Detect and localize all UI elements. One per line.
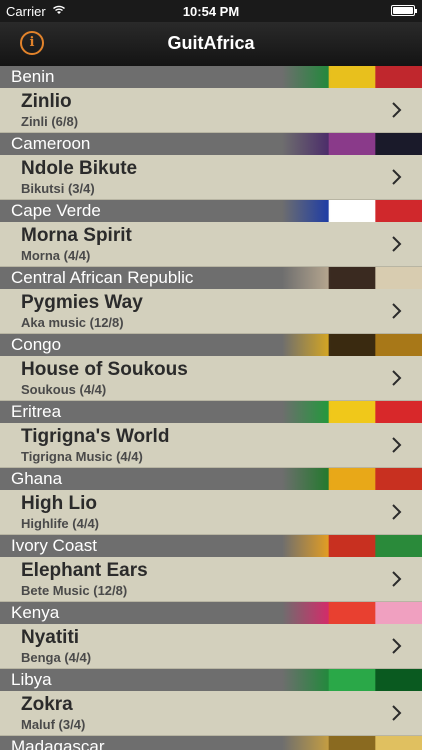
flag-image xyxy=(282,468,422,490)
song-style: Maluf (3/4) xyxy=(21,717,86,732)
country-label: Kenya xyxy=(11,603,60,622)
country-label: Congo xyxy=(11,335,62,354)
flag-image xyxy=(282,200,422,222)
chevron-right-icon xyxy=(392,102,402,118)
country-label: Ivory Coast xyxy=(11,536,97,555)
section-header: Cameroon xyxy=(0,133,422,155)
section-header: Benin xyxy=(0,66,422,88)
chevron-right-icon xyxy=(392,437,402,453)
section-header: Congo xyxy=(0,334,422,356)
song-list: Benin Zinlio Zinli (6/8) Cameroon Ndole Biku… xyxy=(0,66,422,750)
chevron-right-icon xyxy=(392,236,402,252)
country-label: Benin xyxy=(11,67,55,86)
section-header: Cape Verde xyxy=(0,200,422,222)
section-header: Central African Republic xyxy=(0,267,422,289)
nav-title: GuitAfrica xyxy=(167,33,255,53)
chevron-right-icon xyxy=(392,370,402,386)
flag-image xyxy=(282,535,422,557)
country-label: Libya xyxy=(11,670,52,689)
chevron-right-icon xyxy=(392,504,402,520)
flag-image xyxy=(282,133,422,155)
song-title: Zokra xyxy=(21,694,73,715)
chevron-right-icon xyxy=(392,169,402,185)
song-style: Morna (4/4) xyxy=(21,248,91,263)
song-row[interactable]: Zinlio Zinli (6/8) xyxy=(0,88,422,133)
clock: 10:54 PM xyxy=(182,4,240,19)
song-style: Zinli (6/8) xyxy=(21,114,79,129)
song-row[interactable]: Pygmies Way Aka music (12/8) xyxy=(0,289,422,334)
song-style: Bikutsi (3/4) xyxy=(21,181,95,196)
song-style: Benga (4/4) xyxy=(21,650,92,665)
song-style: Soukous (4/4) xyxy=(21,382,107,397)
song-title: Nyatiti xyxy=(21,627,80,648)
song-row[interactable]: Elephant Ears Bete Music (12/8) xyxy=(0,557,422,602)
song-title: Morna Spirit xyxy=(21,225,132,246)
song-row[interactable]: Tigrigna's World Tigrigna Music (4/4) xyxy=(0,423,422,468)
chevron-right-icon xyxy=(392,303,402,319)
song-row[interactable]: House of Soukous Soukous (4/4) xyxy=(0,356,422,401)
flag-image xyxy=(282,401,422,423)
section-header: Ghana xyxy=(0,468,422,490)
country-label: Eritrea xyxy=(11,402,62,421)
country-label: Cameroon xyxy=(11,134,91,153)
section-header: Eritrea xyxy=(0,401,422,423)
country-label: Cape Verde xyxy=(11,201,101,220)
flag-image xyxy=(282,602,422,624)
song-style: Aka music (12/8) xyxy=(21,315,124,330)
country-label: Ghana xyxy=(11,469,63,488)
section-header: Madagascar xyxy=(0,736,422,750)
section-header: Libya xyxy=(0,669,422,691)
song-style: Tigrigna Music (4/4) xyxy=(21,449,143,464)
navigation-bar: i GuitAfrica xyxy=(0,22,422,66)
section-header: Ivory Coast xyxy=(0,535,422,557)
chevron-right-icon xyxy=(392,638,402,654)
country-label: Madagascar xyxy=(11,737,105,750)
flag-image xyxy=(282,669,422,691)
flag-image xyxy=(282,66,422,88)
song-row[interactable]: Zokra Maluf (3/4) xyxy=(0,691,422,736)
song-title: House of Soukous xyxy=(21,359,188,380)
song-title: Elephant Ears xyxy=(21,560,148,581)
song-title: Pygmies Way xyxy=(21,292,143,313)
song-style: Bete Music (12/8) xyxy=(21,583,128,598)
status-bar: Carrier 10:54 PM xyxy=(0,0,422,22)
flag-image xyxy=(282,334,422,356)
song-title: High Lio xyxy=(21,493,97,514)
song-style: Highlife (4/4) xyxy=(21,516,100,531)
song-title: Ndole Bikute xyxy=(21,158,138,179)
flag-image xyxy=(282,736,422,750)
song-row[interactable]: Ndole Bikute Bikutsi (3/4) xyxy=(0,155,422,200)
battery-icon xyxy=(391,5,417,16)
song-row[interactable]: Nyatiti Benga (4/4) xyxy=(0,624,422,669)
song-title: Tigrigna's World xyxy=(21,426,170,447)
song-title: Zinlio xyxy=(21,91,72,112)
song-row[interactable]: High Lio Highlife (4/4) xyxy=(0,490,422,535)
chevron-right-icon xyxy=(392,705,402,721)
section-header: Kenya xyxy=(0,602,422,624)
country-label: Central African Republic xyxy=(11,268,194,287)
song-row[interactable]: Morna Spirit Morna (4/4) xyxy=(0,222,422,267)
flag-image xyxy=(282,267,422,289)
chevron-right-icon xyxy=(392,571,402,587)
